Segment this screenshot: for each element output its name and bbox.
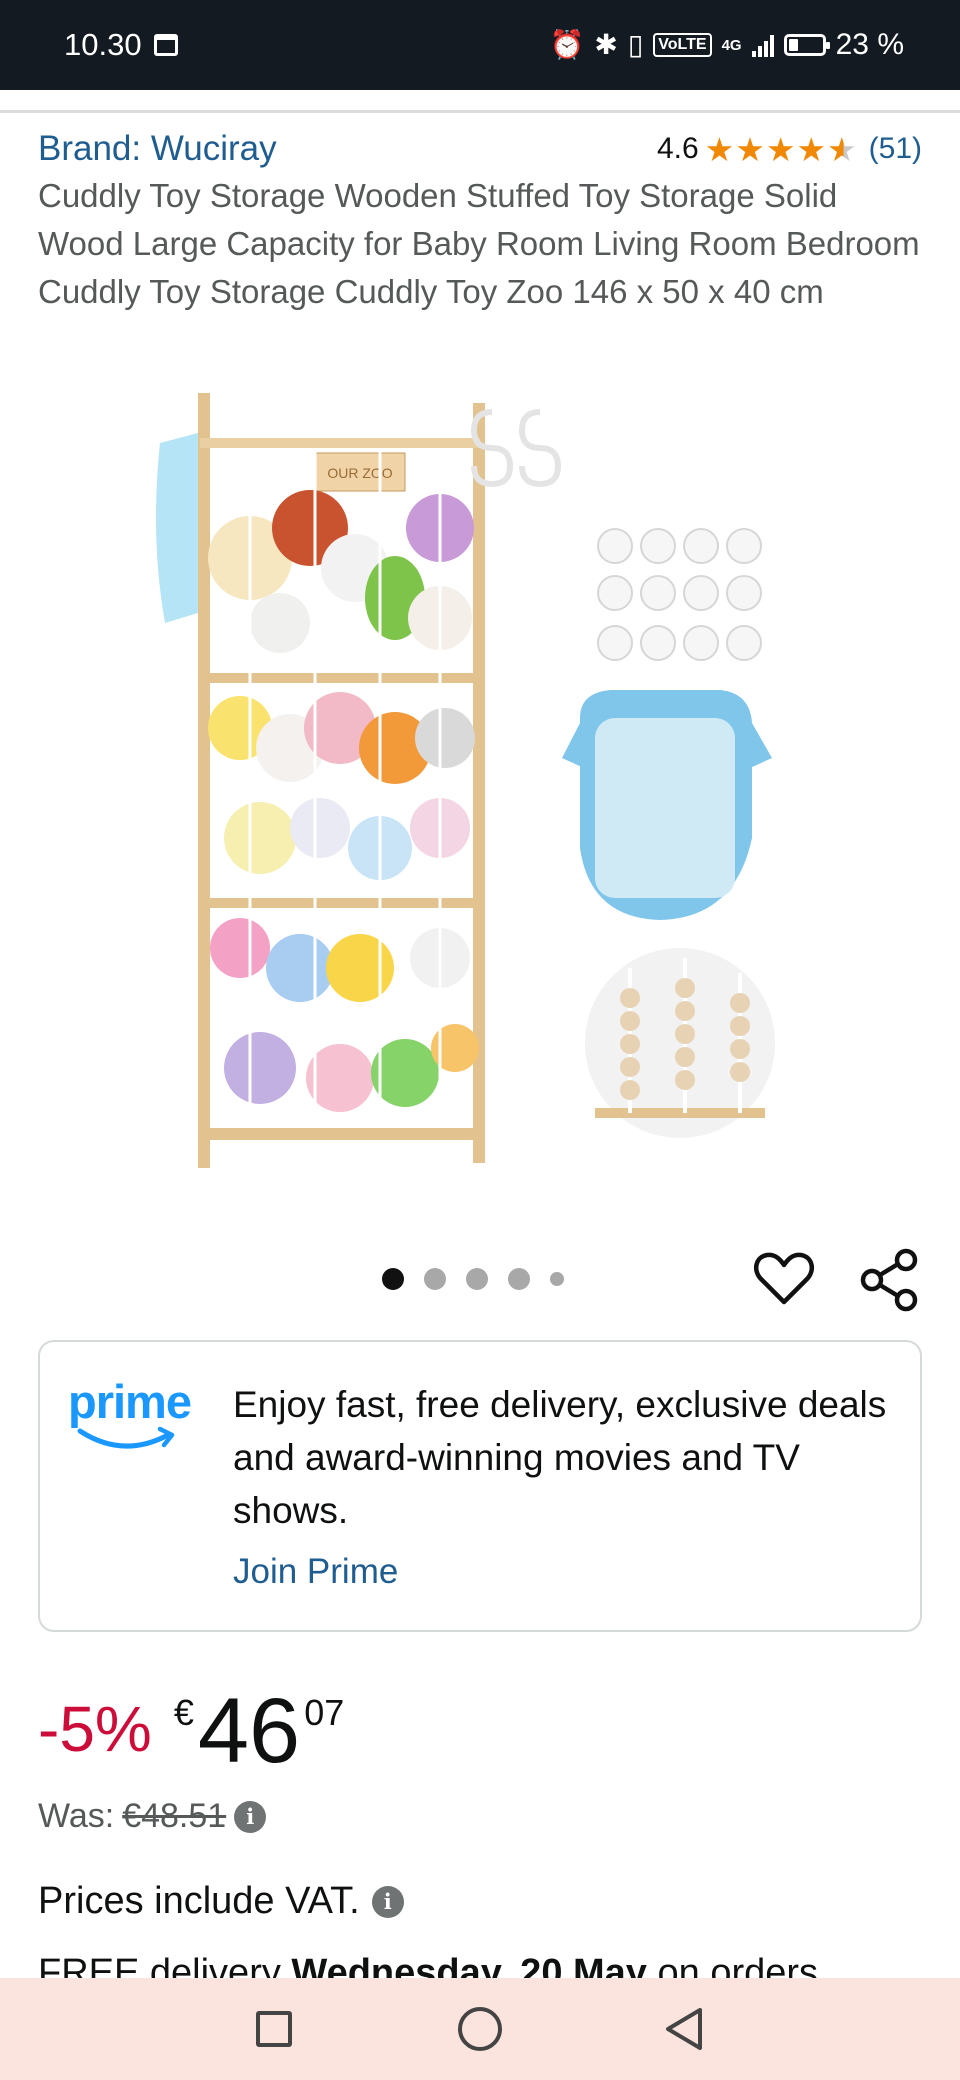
back-button[interactable] (644, 1978, 724, 2080)
product-title: Cuddly Toy Storage Wooden Stuffed Toy St… (38, 177, 920, 310)
prime-smile-icon (77, 1426, 175, 1449)
price-currency: € (173, 1692, 194, 1733)
bluetooth-icon: ✱ (594, 29, 618, 60)
was-price-row: Was: €48.51 i (38, 1797, 267, 1836)
alarm-icon: ⏰ (549, 29, 585, 60)
prime-description: Enjoy fast, free delivery, exclusive dea… (233, 1384, 887, 1531)
vat-text: Prices include VAT. (38, 1880, 360, 1922)
signal-icon (751, 33, 774, 57)
star-icon: ★ (704, 130, 735, 168)
system-navigation-bar (0, 1978, 960, 2080)
carousel-dot[interactable] (508, 1268, 530, 1290)
battery-icon (783, 34, 830, 56)
carousel-dot[interactable] (424, 1268, 446, 1290)
status-left: 10.30 (64, 27, 178, 63)
info-icon[interactable]: i (371, 1885, 404, 1918)
prime-logo: prime (68, 1378, 208, 1468)
network-type-icon: 4G (721, 36, 742, 54)
was-price: €48.51 (122, 1797, 227, 1835)
prime-promo-card: prime Enjoy fast, free delivery, exclusi… (38, 1340, 922, 1632)
recent-apps-button[interactable] (234, 1978, 314, 2080)
volte-icon: VoLTE (653, 33, 712, 57)
join-prime-link[interactable]: Join Prime (233, 1552, 398, 1592)
brand-link[interactable]: Brand: Wuciray (38, 129, 277, 169)
product-image[interactable]: OUR ZOO (140, 388, 820, 1168)
price-whole: 46 (197, 1680, 301, 1782)
triangle-back-icon (666, 2008, 702, 2050)
discount-percent: -5% (38, 1693, 152, 1765)
carousel-dot[interactable] (382, 1268, 404, 1290)
review-count-link[interactable]: (51) (869, 132, 922, 166)
rating-summary[interactable]: 4.6 ★ ★ ★ ★ ★ (51) (657, 132, 922, 166)
share-icon[interactable] (858, 1248, 922, 1312)
status-bar: 10.30 ⏰ ✱ ▯ VoLTE 4G 23 % (0, 0, 960, 90)
vibrate-icon: ▯ (627, 29, 644, 60)
header-divider (0, 110, 960, 113)
calendar-icon (153, 34, 178, 56)
price-fraction: 07 (304, 1692, 345, 1733)
square-icon (256, 2011, 292, 2047)
price-row: -5% € 46 07 (38, 1680, 345, 1782)
status-time: 10.30 (64, 27, 142, 62)
half-star-icon: ★ (827, 130, 857, 168)
star-icon: ★ (765, 130, 796, 168)
was-label: Was: (38, 1797, 115, 1835)
status-right: ⏰ ✱ ▯ VoLTE 4G 23 % (550, 28, 904, 62)
image-carousel-indicator (382, 1268, 564, 1290)
rating-value: 4.6 (656, 132, 699, 165)
carousel-dot[interactable] (550, 1272, 564, 1286)
brand-rating-row: Brand: Wuciray 4.6 ★ ★ ★ ★ ★ (51) (38, 124, 922, 174)
home-button[interactable] (440, 1978, 520, 2080)
battery-percent: 23 % (835, 28, 904, 61)
image-sign-text: OUR ZOO (327, 465, 392, 481)
carousel-dot[interactable] (466, 1268, 488, 1290)
star-rating: ★ ★ ★ ★ ★ (705, 133, 857, 166)
vat-row: Prices include VAT. i (38, 1880, 404, 1923)
star-icon: ★ (735, 130, 765, 168)
info-icon[interactable]: i (234, 1800, 267, 1833)
circle-icon (458, 2007, 502, 2051)
star-icon: ★ (796, 130, 827, 168)
heart-icon[interactable] (752, 1247, 816, 1311)
